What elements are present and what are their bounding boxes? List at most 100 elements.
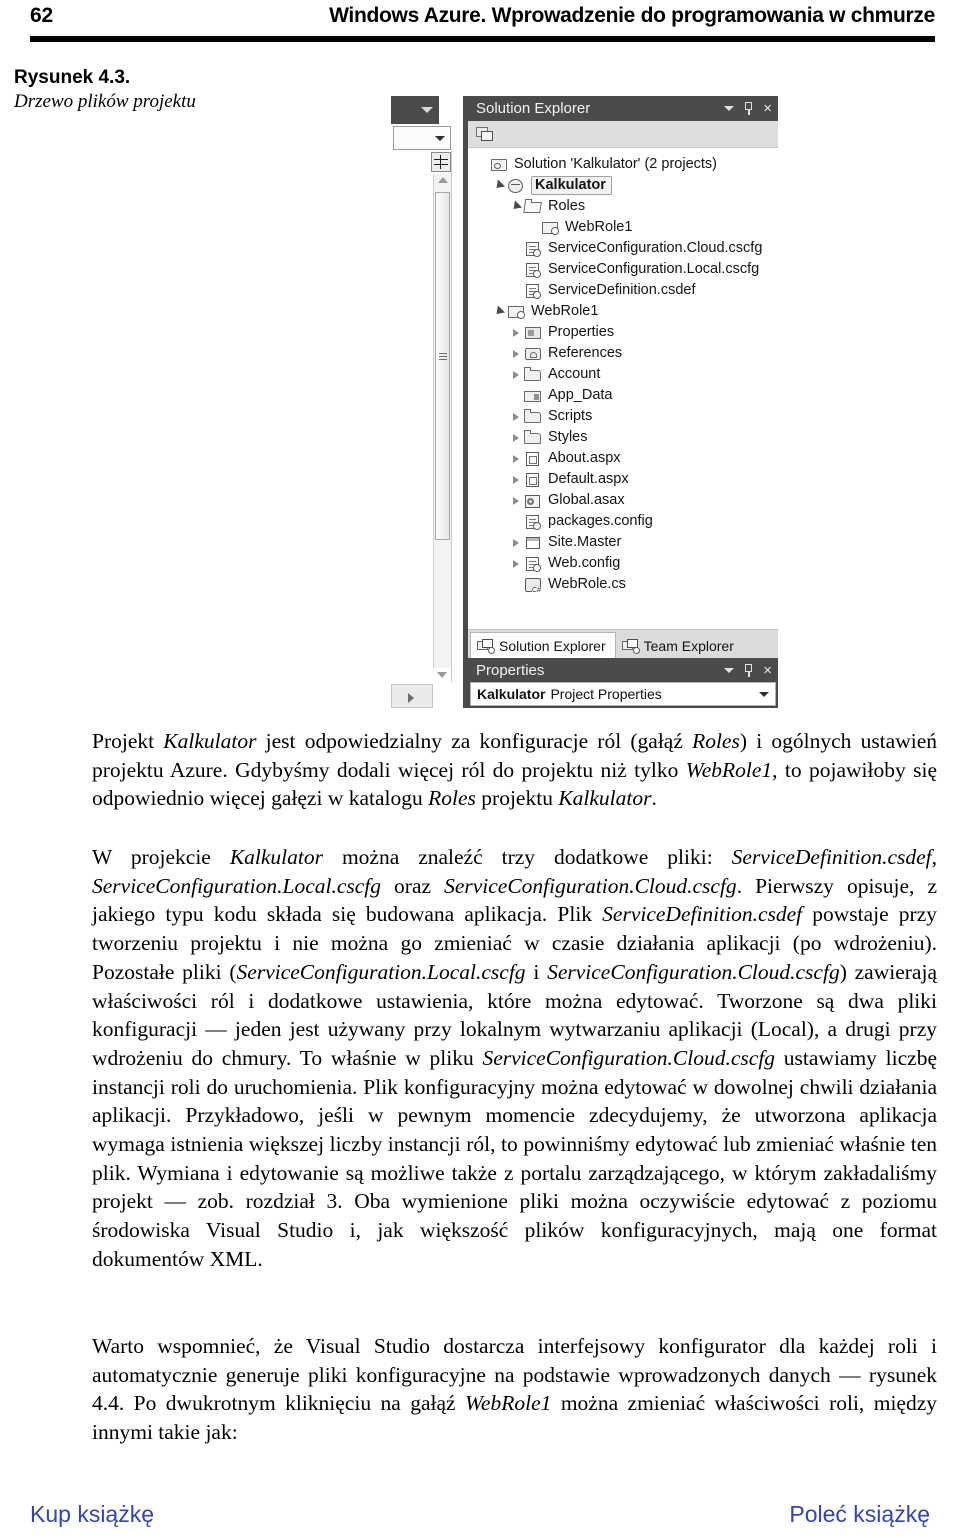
panel-tab[interactable]: Team Explorer (616, 633, 743, 658)
page-number: 62 (30, 4, 53, 27)
scrollbar-thumb[interactable] (435, 192, 450, 540)
tree-item-label: Solution 'Kalkulator' (2 projects) (514, 156, 717, 173)
chevron-down-icon (435, 136, 445, 141)
chevron-right-icon[interactable] (508, 559, 524, 568)
config-file-icon (524, 556, 543, 572)
chevron-right-icon[interactable] (508, 328, 524, 337)
config-file-icon (524, 241, 543, 257)
tree-item[interactable]: packages.config (468, 511, 778, 532)
tree-item-label: Properties (548, 324, 615, 341)
splitter-handle[interactable] (431, 152, 451, 172)
tree-item[interactable]: Account (468, 364, 778, 385)
team-explorer-icon (621, 638, 640, 654)
figure-caption-text: Drzewo plików projektu (14, 91, 196, 113)
page-header: 62 Windows Azure. Wprowadzenie do progra… (30, 4, 935, 28)
pin-icon[interactable] (743, 663, 754, 677)
editor-scrollbar[interactable] (433, 174, 451, 668)
properties-object-type: Project Properties (550, 686, 662, 702)
tree-item[interactable]: References (468, 343, 778, 364)
close-icon[interactable]: × (763, 101, 772, 116)
tree-item[interactable]: ServiceConfiguration.Local.cscfg (468, 259, 778, 280)
tree-item-label: ServiceConfiguration.Local.cscfg (548, 261, 760, 278)
tree-item[interactable]: Web.config (468, 553, 778, 574)
tree-item-label: packages.config (548, 513, 653, 530)
tree-item[interactable]: WebRole1 (468, 301, 778, 322)
config-file-icon (524, 262, 543, 278)
tree-item[interactable]: WebRole1 (468, 217, 778, 238)
buy-book-link[interactable]: Kup książkę (30, 1501, 154, 1528)
webrole-icon (541, 220, 560, 236)
editor-gutter (391, 96, 463, 708)
chevron-right-icon[interactable] (508, 496, 524, 505)
tree-item-label: ServiceConfiguration.Cloud.cscfg (548, 240, 763, 257)
chevron-right-icon[interactable] (508, 538, 524, 547)
tree-item-label: WebRole.cs (548, 576, 626, 593)
paragraph-text: Projekt Kalkulator jest odpowiedzialny z… (92, 729, 937, 811)
properties-icon (524, 325, 543, 341)
solution-tree[interactable]: Solution 'Kalkulator' (2 projects) Kalkul… (468, 148, 778, 629)
tree-item[interactable]: App_Data (468, 385, 778, 406)
tree-item[interactable]: Kalkulator (468, 175, 778, 196)
recommend-book-link[interactable]: Poleć książkę (789, 1501, 930, 1528)
scroll-up-icon[interactable] (438, 177, 448, 183)
scroll-down-icon[interactable] (437, 672, 447, 678)
grip-icon (439, 353, 447, 360)
tree-item[interactable]: Roles (468, 196, 778, 217)
gutter-expand-button[interactable] (391, 684, 433, 708)
chevron-down-icon[interactable] (508, 200, 524, 213)
tree-item[interactable]: About.aspx (468, 448, 778, 469)
tree-item-label: Site.Master (548, 534, 622, 551)
config-file-icon (524, 514, 543, 530)
panel-tab-label: Team Explorer (643, 637, 734, 654)
chevron-down-icon (421, 107, 433, 113)
folder-open-icon (523, 199, 543, 215)
properties-titlebar-icon-group: × (724, 663, 772, 678)
chevron-right-icon[interactable] (508, 349, 524, 358)
figure-caption: Rysunek 4.3. Drzewo plików projektu (14, 66, 204, 115)
panel-tab-label: Solution Explorer (499, 637, 606, 654)
chevron-right-icon[interactable] (508, 370, 524, 379)
tree-item[interactable]: Solution 'Kalkulator' (2 projects) (468, 154, 778, 175)
chevron-down-icon[interactable] (724, 667, 735, 673)
chevron-right-icon[interactable] (508, 475, 524, 484)
chevron-down-icon[interactable] (491, 305, 507, 318)
references-icon (524, 346, 543, 362)
tree-item[interactable]: WebRole.cs (468, 574, 778, 595)
close-icon[interactable]: × (763, 663, 772, 678)
properties-titlebar: Properties × (468, 658, 778, 682)
panel-tab[interactable]: Solution Explorer (470, 632, 616, 658)
chevron-down-icon[interactable] (724, 106, 735, 111)
header-divider (30, 36, 935, 42)
tree-item[interactable]: ServiceDefinition.csdef (468, 280, 778, 301)
show-all-files-icon[interactable] (476, 126, 494, 142)
tree-item[interactable]: Styles (468, 427, 778, 448)
tree-item-label: Web.config (548, 555, 621, 572)
tree-item-label: App_Data (548, 387, 613, 404)
chevron-right-icon[interactable] (508, 454, 524, 463)
chevron-down-icon[interactable] (491, 179, 507, 192)
tree-item-label: WebRole1 (565, 219, 633, 236)
tree-item-label: ServiceDefinition.csdef (548, 282, 696, 299)
asax-file-icon (524, 493, 543, 509)
chevron-right-icon[interactable] (508, 433, 524, 442)
paragraph-text: Warto wspomnieć, że Visual Studio dostar… (92, 1334, 937, 1445)
pin-icon[interactable] (743, 102, 754, 115)
aspx-file-icon (524, 472, 543, 488)
folder-icon (524, 408, 543, 425)
tree-item[interactable]: Scripts (468, 406, 778, 427)
tree-item-label: References (548, 345, 623, 362)
tree-item[interactable]: Properties (468, 322, 778, 343)
tree-item[interactable]: Site.Master (468, 532, 778, 553)
properties-object-combobox[interactable]: Kalkulator Project Properties (470, 682, 776, 706)
gutter-combobox[interactable] (393, 126, 451, 150)
solution-explorer-titlebar: Solution Explorer × (468, 96, 778, 121)
panel-title: Solution Explorer (476, 100, 591, 117)
tree-item-label: Roles (548, 198, 586, 215)
properties-panel: Properties × Kalkulator Project Properti… (468, 658, 778, 708)
chevron-right-icon[interactable] (508, 412, 524, 421)
tree-item[interactable]: Global.asax (468, 490, 778, 511)
tree-item[interactable]: Default.aspx (468, 469, 778, 490)
csharp-project-icon (507, 304, 526, 320)
gutter-dropdown-bar[interactable] (391, 96, 439, 124)
tree-item[interactable]: ServiceConfiguration.Cloud.cscfg (468, 238, 778, 259)
